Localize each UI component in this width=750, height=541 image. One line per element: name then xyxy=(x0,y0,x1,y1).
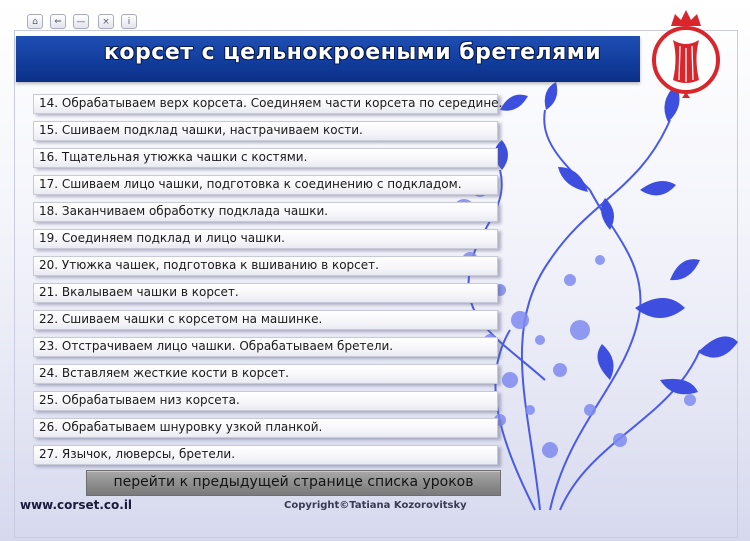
info-icon[interactable]: i xyxy=(121,14,137,29)
lesson-item[interactable]: 18. Заканчиваем обработку подклада чашки… xyxy=(33,202,498,222)
previous-page-button[interactable]: перейти к предыдущей странице списка уро… xyxy=(86,470,501,496)
lesson-item[interactable]: 17. Сшиваем лицо чашки, подготовка к сое… xyxy=(33,175,498,195)
lesson-item-label: 27. Язычок, люверсы, бретели. xyxy=(39,447,236,461)
lesson-item-label: 17. Сшиваем лицо чашки, подготовка к сое… xyxy=(39,177,462,191)
lesson-item[interactable]: 19. Соединяем подклад и лицо чашки. xyxy=(33,229,498,249)
lesson-item-label: 15. Сшиваем подклад чашки, настрачиваем … xyxy=(39,123,363,137)
lesson-item[interactable]: 16. Тщательная утюжка чашки с костями. xyxy=(33,148,498,168)
lesson-item[interactable]: 26. Обрабатываем шнуровку узкой планкой. xyxy=(33,418,498,438)
lesson-item-label: 23. Отстрачиваем лицо чашки. Обрабатывае… xyxy=(39,339,394,353)
lesson-item-label: 19. Соединяем подклад и лицо чашки. xyxy=(39,231,285,245)
home-icon[interactable]: ⌂ xyxy=(27,14,43,29)
lesson-item-label: 22. Сшиваем чашки с корсетом на машинке. xyxy=(39,312,323,326)
lesson-item-label: 18. Заканчиваем обработку подклада чашки… xyxy=(39,204,329,218)
minimize-icon[interactable]: — xyxy=(73,14,89,29)
lesson-item-label: 26. Обрабатываем шнуровку узкой планкой. xyxy=(39,420,323,434)
lesson-item-label: 25. Обрабатываем низ корсета. xyxy=(39,393,240,407)
lesson-item[interactable]: 22. Сшиваем чашки с корсетом на машинке. xyxy=(33,310,498,330)
lesson-item-label: 14. Обрабатываем верх корсета. Соединяем… xyxy=(39,96,503,110)
lesson-item[interactable]: 21. Вкалываем чашки в корсет. xyxy=(33,283,498,303)
lesson-item[interactable]: 14. Обрабатываем верх корсета. Соединяем… xyxy=(33,94,502,114)
copyright-text: Copyright©Tatiana Kozorovitsky xyxy=(284,500,467,511)
lesson-item-label: 21. Вкалываем чашки в корсет. xyxy=(39,285,239,299)
page-title: корсет с цельнокроеными бретелями xyxy=(104,40,602,65)
back-arrow-icon[interactable]: ⇐ xyxy=(50,14,66,29)
close-icon[interactable]: × xyxy=(98,14,114,29)
lesson-item[interactable]: 25. Обрабатываем низ корсета. xyxy=(33,391,498,411)
lesson-item[interactable]: 20. Утюжка чашек, подготовка к вшиванию … xyxy=(33,256,498,276)
lesson-item[interactable]: 23. Отстрачиваем лицо чашки. Обрабатывае… xyxy=(33,337,498,357)
lesson-list-screen: ⌂ ⇐ — × i корсет с цельнокроеными бретел… xyxy=(0,0,750,541)
lesson-item[interactable]: 27. Язычок, люверсы, бретели. xyxy=(33,445,498,465)
lesson-item[interactable]: 24. Вставляем жесткие кости в корсет. xyxy=(33,364,498,384)
lesson-item-label: 16. Тщательная утюжка чашки с костями. xyxy=(39,150,308,164)
site-link[interactable]: www.corset.co.il xyxy=(20,498,132,512)
corset-crown-logo-icon xyxy=(652,10,720,98)
lesson-item-label: 24. Вставляем жесткие кости в корсет. xyxy=(39,366,289,380)
previous-page-button-label: перейти к предыдущей странице списка уро… xyxy=(113,474,474,490)
lesson-item[interactable]: 15. Сшиваем подклад чашки, настрачиваем … xyxy=(33,121,498,141)
lesson-item-label: 20. Утюжка чашек, подготовка к вшиванию … xyxy=(39,258,379,272)
